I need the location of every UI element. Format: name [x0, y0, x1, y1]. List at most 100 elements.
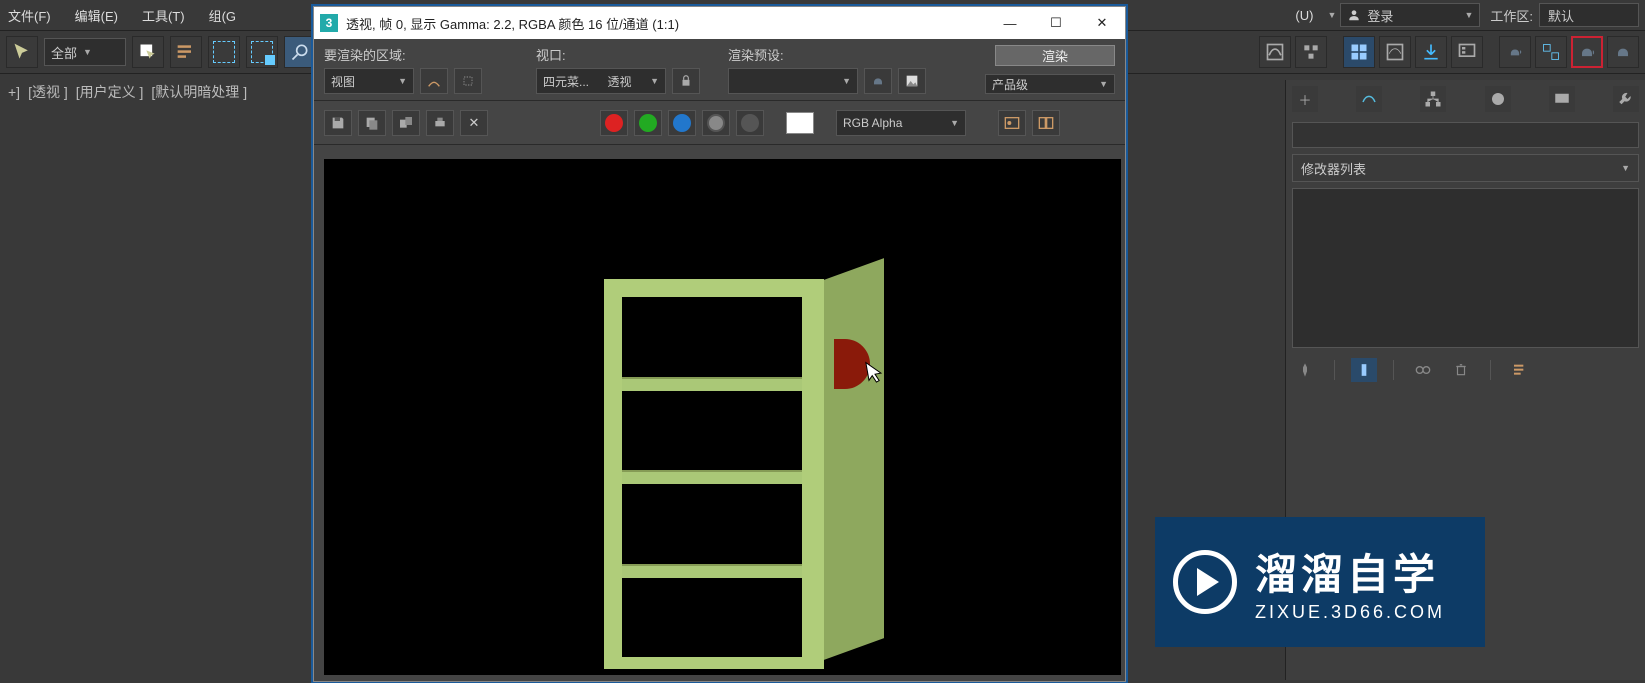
select-move-icon[interactable]: [284, 36, 316, 68]
alpha-channel-icon[interactable]: [702, 110, 730, 136]
vp-shading[interactable]: [默认明暗处理 ]: [151, 82, 247, 102]
rendered-frame-window: 3 透视, 帧 0, 显示 Gamma: 2.2, RGBA 颜色 16 位/通…: [313, 6, 1126, 682]
teapot-render-frame-icon[interactable]: [1499, 36, 1531, 68]
chevron-down-icon: ▼: [950, 118, 959, 128]
chevron-down-icon[interactable]: ▼: [1327, 10, 1336, 20]
top-right-controls: (U) ▼ 登录 ▼ 工作区: 默认: [1289, 0, 1645, 30]
clear-icon[interactable]: ✕: [460, 110, 488, 136]
blue-channel-icon[interactable]: [668, 110, 696, 136]
render-button[interactable]: 渲染: [995, 45, 1115, 66]
maximize-button[interactable]: ☐: [1033, 7, 1079, 39]
configure-sets-icon[interactable]: [1507, 358, 1533, 382]
lock-icon[interactable]: [672, 68, 700, 94]
save-image-icon[interactable]: [324, 110, 352, 136]
workspace-control: 工作区: 默认: [1490, 3, 1639, 27]
workspace-value: 默认: [1548, 6, 1574, 25]
preset-label: 渲染预设:: [728, 45, 928, 64]
render-setup-icon[interactable]: [1451, 36, 1483, 68]
toggle-ui-a-icon[interactable]: [998, 110, 1026, 136]
channel-dropdown[interactable]: RGB Alpha ▼: [836, 110, 966, 136]
window-crossing-icon[interactable]: [246, 36, 278, 68]
viewport-labels: +] [透视 ] [用户定义 ] [默认明暗处理 ]: [8, 80, 247, 104]
teapot-active-shade-icon[interactable]: [1607, 36, 1639, 68]
toggle-ui-b-icon[interactable]: [1032, 110, 1060, 136]
green-channel-icon[interactable]: [634, 110, 662, 136]
panel-icon[interactable]: [1379, 36, 1411, 68]
area-label: 要渲染的区域:: [324, 45, 524, 64]
minimize-button[interactable]: —: [987, 7, 1033, 39]
modifier-list-dropdown[interactable]: 修改器列表 ▼: [1292, 154, 1639, 182]
curve-editor-icon[interactable]: [1259, 36, 1291, 68]
selection-filter-dropdown[interactable]: 全部 ▼: [44, 38, 126, 66]
render-setup-teapot-icon[interactable]: [864, 68, 892, 94]
workspace-label: 工作区:: [1490, 6, 1533, 25]
viewport-dropdown[interactable]: 四元菜... 透视 ▼: [536, 68, 666, 94]
production-dropdown[interactable]: 产品级 ▼: [985, 74, 1115, 94]
production-value: 产品级: [992, 76, 1028, 93]
remove-modifier-icon[interactable]: [1448, 358, 1474, 382]
arrow-tool-icon[interactable]: [6, 36, 38, 68]
material-editor-icon[interactable]: [1343, 36, 1375, 68]
chevron-down-icon: ▼: [83, 47, 92, 57]
utilities-tab-icon[interactable]: [1613, 86, 1639, 112]
modifier-list-label: 修改器列表: [1301, 159, 1366, 178]
download-icon[interactable]: [1415, 36, 1447, 68]
rendered-bookshelf: [604, 279, 854, 675]
select-by-name-icon[interactable]: [170, 36, 202, 68]
chevron-down-icon: ▼: [650, 76, 659, 86]
play-icon: [1173, 550, 1237, 614]
right-toolbar: [1253, 30, 1645, 74]
print-icon[interactable]: [426, 110, 454, 136]
display-tab-icon[interactable]: [1549, 86, 1575, 112]
viewport-value-left: 四元菜...: [543, 73, 589, 90]
window-titlebar[interactable]: 3 透视, 帧 0, 显示 Gamma: 2.2, RGBA 颜色 16 位/通…: [314, 7, 1125, 39]
render-options-row: 要渲染的区域: 视图 ▼ 视口: 四元菜... 透视 ▼: [314, 39, 1125, 101]
copy-image-icon[interactable]: [358, 110, 386, 136]
menu-tools[interactable]: 工具(T): [142, 6, 185, 25]
watermark-url: ZIXUE.3D66.COM: [1255, 602, 1445, 623]
login-dropdown[interactable]: 登录 ▼: [1340, 3, 1480, 27]
vp-userdef[interactable]: [用户定义 ]: [76, 82, 144, 102]
render-button-label: 渲染: [1042, 46, 1068, 65]
user-icon: [1347, 8, 1361, 22]
menu-edit[interactable]: 编辑(E): [75, 6, 118, 25]
rectangular-region-icon[interactable]: [208, 36, 240, 68]
area-dropdown[interactable]: 视图 ▼: [324, 68, 414, 94]
region-edit-icon[interactable]: [420, 68, 448, 94]
pin-stack-icon[interactable]: [1292, 358, 1318, 382]
chevron-down-icon: ▼: [842, 76, 851, 86]
object-name-input[interactable]: [1292, 122, 1639, 148]
menu-group[interactable]: 组(G: [209, 6, 236, 25]
cursor-icon: [864, 357, 889, 390]
hierarchy-tab-icon[interactable]: [1420, 86, 1446, 112]
motion-tab-icon[interactable]: [1485, 86, 1511, 112]
modifier-stack[interactable]: [1292, 188, 1639, 348]
color-swatch[interactable]: [786, 112, 814, 134]
region-crop-icon[interactable]: [454, 68, 482, 94]
schematic-view-icon[interactable]: [1295, 36, 1327, 68]
environment-icon[interactable]: [898, 68, 926, 94]
clone-frame-icon[interactable]: [392, 110, 420, 136]
modify-tab-icon[interactable]: [1356, 86, 1382, 112]
make-unique-icon[interactable]: [1410, 358, 1436, 382]
area-value: 视图: [331, 73, 355, 90]
app-icon: 3: [320, 14, 338, 32]
render-production-icon[interactable]: [1571, 36, 1603, 68]
workspace-dropdown[interactable]: 默认: [1539, 3, 1639, 27]
menu-u[interactable]: (U): [1295, 8, 1313, 23]
modifier-stack-toolbar: [1292, 358, 1639, 382]
menu-file[interactable]: 文件(F): [8, 6, 51, 25]
mono-channel-icon[interactable]: [736, 110, 764, 136]
preset-dropdown[interactable]: ▼: [728, 68, 858, 94]
vp-perspective[interactable]: [透视 ]: [28, 82, 68, 102]
channel-value: RGB Alpha: [843, 116, 902, 130]
create-tab-icon[interactable]: ＋: [1292, 86, 1318, 112]
red-channel-icon[interactable]: [600, 110, 628, 136]
show-end-result-icon[interactable]: [1351, 358, 1377, 382]
render-window-icon[interactable]: [1535, 36, 1567, 68]
vp-plus[interactable]: +]: [8, 84, 20, 100]
window-title: 透视, 帧 0, 显示 Gamma: 2.2, RGBA 颜色 16 位/通道 …: [346, 14, 679, 33]
select-object-icon[interactable]: [132, 36, 164, 68]
chevron-down-icon: ▼: [1464, 10, 1473, 20]
close-button[interactable]: ✕: [1079, 7, 1125, 39]
